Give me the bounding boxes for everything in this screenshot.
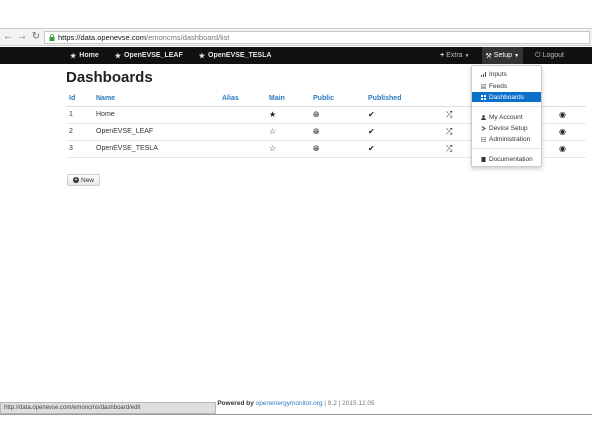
setup-dropdown-menu: Inputs Feeds Dashboards My Account Devic… [471, 65, 542, 167]
grid-icon [481, 94, 486, 100]
globe-icon[interactable]: 🌐︎ [313, 144, 319, 153]
menu-item-device-setup[interactable]: Device Setup [472, 123, 541, 133]
url-host: https://data.openevse.com [58, 33, 146, 42]
nav-link-label: OpenEVSE_LEAF [124, 52, 183, 59]
star-outline-icon[interactable]: ☆ [269, 127, 276, 136]
menu-item-label: Dashboards [489, 93, 525, 101]
wrench-icon: ⚒ [485, 52, 492, 60]
reload-icon[interactable]: ↻ [30, 30, 42, 44]
menu-divider [473, 148, 540, 149]
check-icon[interactable]: ✔ [368, 127, 375, 136]
setup-menu[interactable]: ⚒ Setup ▼ [481, 47, 524, 64]
menu-item-my-account[interactable]: My Account [472, 112, 541, 122]
nav-link-label: OpenEVSE_TESLA [208, 52, 272, 59]
menu-item-dashboards[interactable]: Dashboards [472, 92, 541, 102]
cell-id: 1 [66, 105, 93, 124]
url-path: /emoncms/dashboard/list [145, 33, 230, 42]
plus-circle-icon: + [73, 177, 79, 183]
header-public[interactable]: Public [310, 92, 365, 107]
menu-item-label: Device Setup [489, 124, 528, 132]
star-icon: ★ [70, 52, 77, 60]
menu-item-documentation[interactable]: Documentation [472, 154, 541, 164]
footer-version: | 9.2 | 2015.12.05 [324, 400, 375, 407]
header-name[interactable]: Name [93, 92, 219, 107]
footer-link[interactable]: openenergymonitor.org [256, 400, 323, 407]
nav-link-label: Home [79, 52, 99, 59]
menu-item-inputs[interactable]: Inputs [472, 69, 541, 79]
tasks-icon [481, 136, 486, 142]
power-icon: ⏻ [535, 51, 541, 59]
cell-id: 3 [66, 140, 93, 158]
menu-item-label: Administration [489, 135, 531, 143]
check-icon[interactable]: ✔ [368, 110, 375, 119]
signal-icon [481, 71, 486, 77]
browser-status-bar: http://data.openevse.com/emoncms/dashboa… [0, 402, 216, 414]
star-outline-icon[interactable]: ☆ [269, 144, 276, 153]
cell-id: 2 [66, 123, 93, 141]
window-bottom-edge [0, 414, 592, 415]
menu-item-label: Feeds [489, 82, 508, 90]
forward-icon[interactable]: → [16, 30, 28, 44]
eye-icon[interactable]: ◉ [559, 110, 566, 119]
back-icon[interactable]: ← [2, 30, 14, 44]
cell-alias[interactable] [219, 123, 266, 141]
eye-icon[interactable]: ◉ [559, 144, 566, 153]
menu-item-label: My Account [489, 113, 523, 121]
cell-name[interactable]: OpenEVSE_TESLA [93, 140, 219, 158]
caret-down-icon: ▼ [514, 52, 520, 59]
cell-alias[interactable] [219, 105, 266, 124]
top-navbar: ★ Home ★ OpenEVSE_LEAF ★ OpenEVSE_TESLA … [0, 47, 592, 64]
globe-icon[interactable]: 🌐︎ [313, 110, 319, 119]
cell-name[interactable]: Home [93, 105, 219, 124]
cell-alias[interactable] [219, 140, 266, 158]
user-icon [481, 114, 486, 120]
browser-toolbar: ← → ↻ https://data.openevse.com/emoncms/… [0, 28, 592, 46]
globe-icon[interactable]: 🌐︎ [313, 127, 319, 136]
extra-label: Extra [446, 52, 463, 59]
menu-item-label: Inputs [489, 70, 507, 78]
browser-window: ← → ↻ https://data.openevse.com/emoncms/… [0, 0, 592, 444]
header-id[interactable]: Id [66, 92, 93, 107]
logout-link[interactable]: ⏻ Logout [531, 47, 568, 64]
star-icon: ★ [114, 52, 122, 60]
nav-link-openevse-leaf[interactable]: ★ OpenEVSE_LEAF [115, 52, 183, 60]
nav-link-openevse-tesla[interactable]: ★ OpenEVSE_TESLA [199, 52, 272, 60]
logout-label: Logout [542, 52, 564, 59]
list-icon [481, 83, 486, 89]
caret-down-icon: ▼ [464, 52, 470, 59]
menu-item-administration[interactable]: Administration [472, 134, 541, 144]
book-icon [481, 156, 486, 162]
star-icon: ★ [198, 52, 206, 60]
page-title: Dashboards [66, 69, 153, 86]
new-button-label: New [81, 176, 95, 184]
cell-name[interactable]: OpenEVSE_LEAF [93, 123, 219, 141]
extra-menu[interactable]: + Extra ▼ [436, 47, 473, 64]
header-view [556, 92, 586, 107]
plus-icon: + [440, 52, 445, 59]
chevron-right-icon [481, 125, 486, 131]
setup-label: Setup [493, 52, 513, 59]
menu-divider [473, 106, 540, 107]
menu-item-label: Documentation [489, 155, 533, 163]
nav-link-home[interactable]: ★ Home [70, 52, 99, 60]
clone-icon[interactable]: ⤮ [446, 110, 452, 119]
address-bar[interactable]: https://data.openevse.com/emoncms/dashbo… [44, 31, 590, 44]
clone-icon[interactable]: ⤮ [446, 127, 452, 136]
star-icon[interactable]: ★ [269, 110, 276, 119]
footer-powered-by: Powered by [217, 400, 254, 407]
header-alias[interactable]: Alias [219, 92, 266, 107]
header-published[interactable]: Published [365, 92, 443, 107]
eye-icon[interactable]: ◉ [559, 127, 566, 136]
header-main[interactable]: Main [266, 92, 310, 107]
menu-item-feeds[interactable]: Feeds [472, 81, 541, 91]
check-icon[interactable]: ✔ [368, 144, 375, 153]
lock-icon [49, 34, 55, 41]
clone-icon[interactable]: ⤮ [446, 144, 452, 153]
new-dashboard-button[interactable]: + New [67, 174, 101, 186]
